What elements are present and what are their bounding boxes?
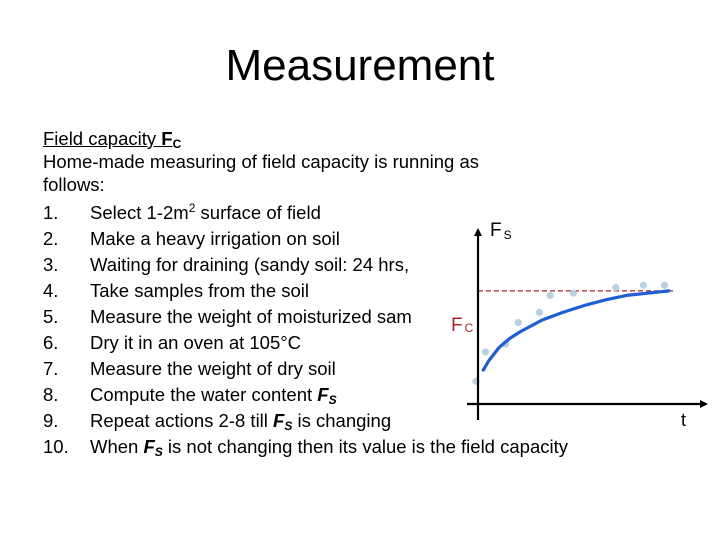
item-text: Compute the water content FS: [90, 384, 337, 407]
intro-line-2: follows:: [43, 174, 105, 195]
list-item: 9. Repeat actions 2-8 till FS is changin…: [43, 408, 683, 434]
item-number: 6.: [43, 332, 59, 353]
slide-title: Measurement: [225, 41, 495, 90]
intro-line-1: Home-made measuring of field capacity is…: [43, 151, 479, 172]
list-item: 6. Dry it in an oven at 105°C: [43, 330, 683, 356]
item-number: 3.: [43, 254, 59, 275]
list-item: 7. Measure the weight of dry soil: [43, 356, 683, 382]
list-item: 10. When FS is not changing then its val…: [43, 434, 683, 460]
fs-symbol: FS: [273, 410, 293, 433]
measurement-point: [660, 281, 669, 289]
item-text: Take samples from the soil: [90, 280, 310, 301]
item-number: 9.: [43, 410, 59, 431]
slide-body: Field capacity FC Home-made measuring of…: [43, 127, 683, 460]
fs-symbol: FS: [143, 436, 163, 459]
item-number: 7.: [43, 358, 59, 379]
list-item: 1. Select 1-2m2 surface of field: [43, 200, 683, 226]
item-number: 1.: [43, 202, 59, 223]
item-number: 2.: [43, 228, 59, 249]
item-text: Measure the weight of moisturized sam: [90, 306, 412, 327]
item-text: Dry it in an oven at 105°C: [90, 332, 302, 353]
fs-symbol: FS: [317, 384, 337, 407]
measurement-point: [612, 283, 620, 292]
measurement-point: [535, 308, 544, 316]
item-number: 8.: [43, 384, 59, 405]
list-item: 3. Waiting for draining (sandy soil: 24 …: [43, 252, 683, 278]
measurement-point: [546, 291, 554, 300]
heading-text: Field capacity: [43, 128, 162, 149]
item-text: Repeat actions 2-8 till FS is changing: [90, 410, 392, 433]
item-number: 5.: [43, 306, 59, 327]
item-text: Measure the weight of dry soil: [90, 358, 336, 379]
x-axis-label: t: [681, 410, 686, 430]
item-number: 10.: [43, 436, 69, 457]
heading-symbol: FC: [161, 128, 182, 151]
item-text: When FS is not changing then its value i…: [90, 436, 568, 459]
list-item: 2. Make a heavy irrigation on soil: [43, 226, 683, 252]
measurement-point: [481, 348, 490, 356]
item-text: Waiting for draining (sandy soil: 24 hrs…: [90, 254, 410, 275]
measurement-point: [639, 281, 647, 289]
item-text: Make a heavy irrigation on soil: [90, 228, 340, 249]
steps-list: 1. Select 1-2m2 surface of field 2. Make…: [43, 200, 683, 460]
measurement-point: [569, 289, 578, 297]
measurement-point: [514, 318, 522, 327]
section-heading: Field capacity FC: [43, 127, 683, 150]
item-number: 4.: [43, 280, 59, 301]
item-text: Select 1-2m2 surface of field: [90, 201, 321, 223]
list-item: 5. Measure the weight of moisturized sam: [43, 304, 683, 330]
